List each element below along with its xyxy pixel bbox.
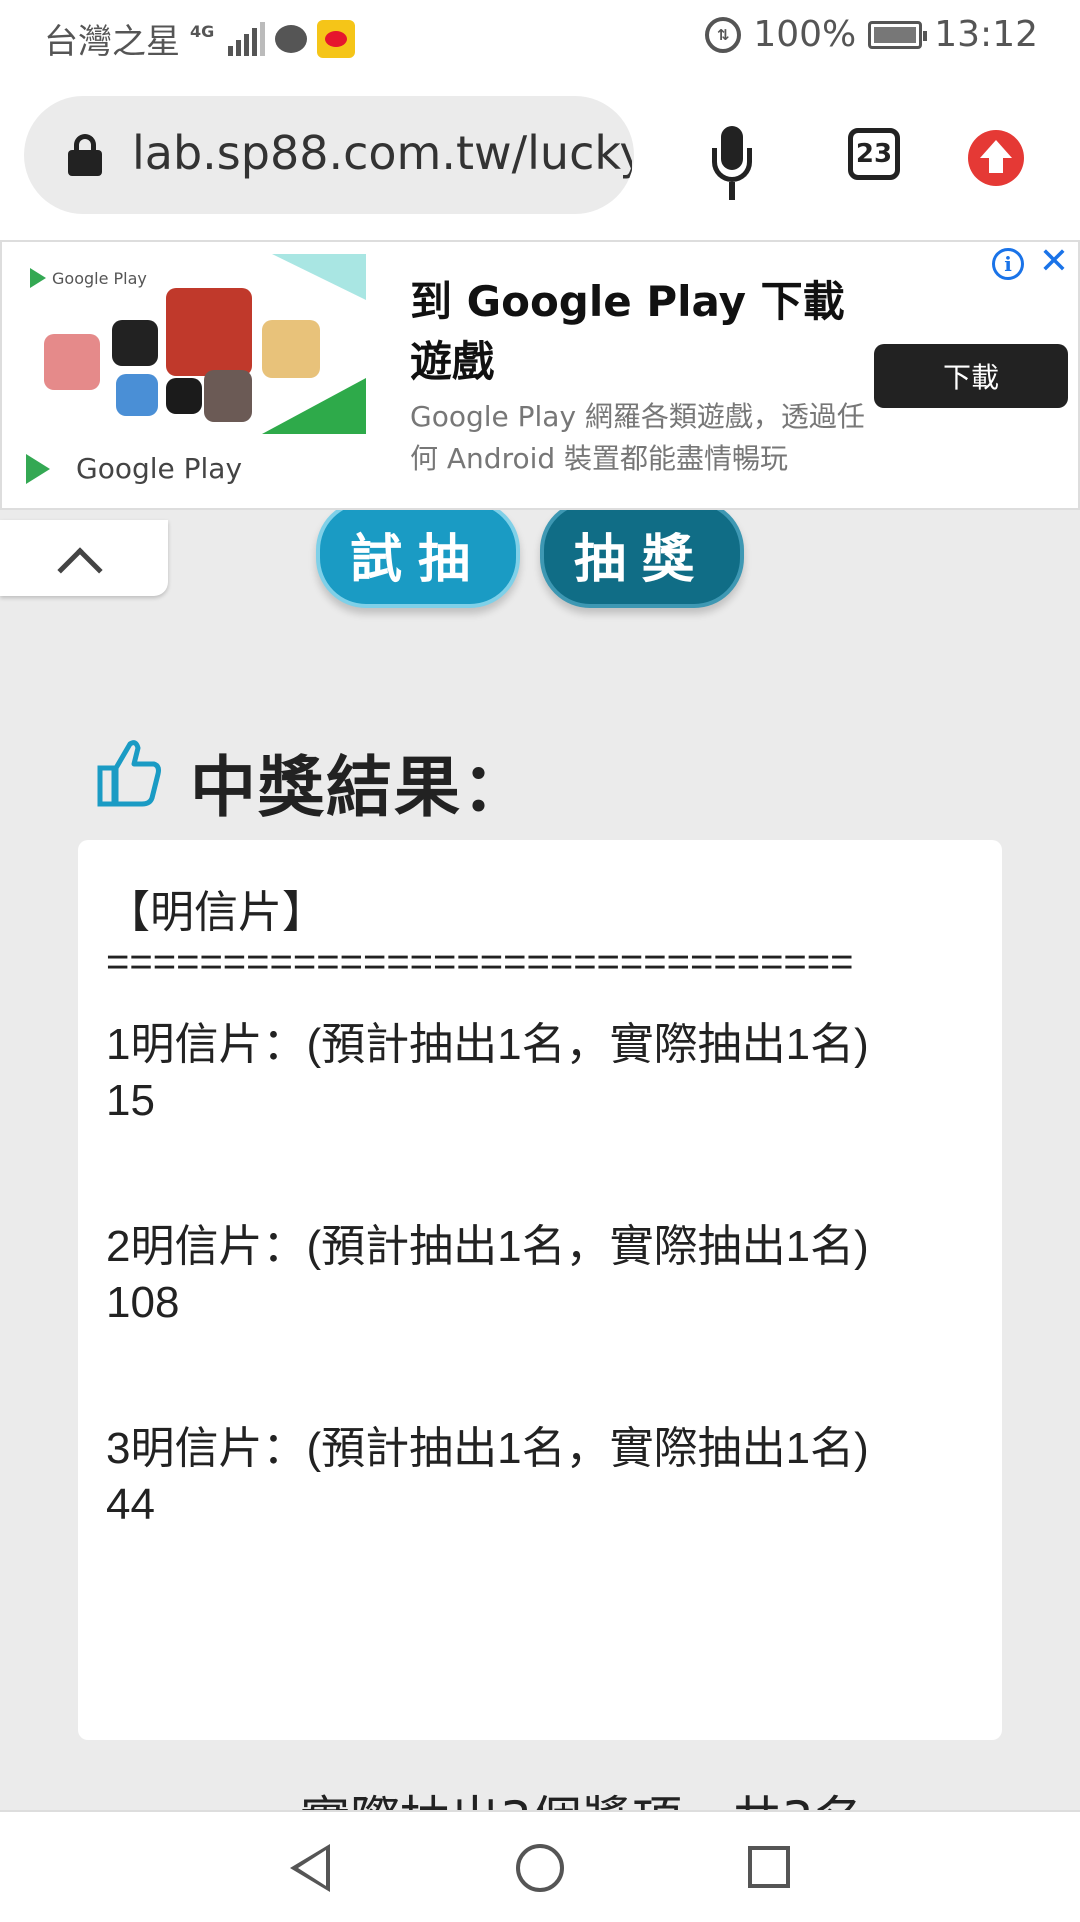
battery-percent: 100% bbox=[753, 14, 857, 55]
result-category: 【明信片】 bbox=[106, 888, 326, 937]
system-nav-bar bbox=[0, 1810, 1080, 1922]
battery-icon bbox=[868, 20, 928, 49]
ad-decor-triangle bbox=[262, 378, 366, 434]
ad-brand-label: Google Play bbox=[76, 452, 243, 485]
game-icon bbox=[204, 370, 252, 422]
url-text[interactable]: lab.sp88.com.tw/lucky bbox=[132, 126, 632, 180]
browser-toolbar: lab.sp88.com.tw/lucky 23 bbox=[0, 76, 1080, 240]
status-left: 台灣之星 4G bbox=[44, 14, 356, 63]
weibo-icon bbox=[317, 19, 356, 58]
game-icon bbox=[112, 320, 158, 366]
ad-close-icon[interactable]: ✕ bbox=[1036, 244, 1072, 280]
ad-brand: Google Play bbox=[26, 452, 242, 485]
result-line-label: 1明信片：(預計抽出1名，實際抽出1名) bbox=[106, 1020, 869, 1069]
thumbs-up-icon bbox=[97, 740, 161, 807]
game-icon bbox=[166, 288, 252, 376]
network-type: 4G bbox=[190, 22, 215, 41]
clock: 13:12 bbox=[934, 14, 1038, 55]
game-icon bbox=[262, 320, 320, 378]
game-icon bbox=[44, 334, 100, 390]
microphone-icon[interactable] bbox=[708, 126, 756, 206]
result-line-label: 3明信片：(預計抽出1名，實際抽出1名) bbox=[106, 1424, 869, 1473]
chevron-up-icon[interactable] bbox=[57, 547, 103, 593]
google-play-icon bbox=[30, 268, 46, 288]
result-separator: ================================ bbox=[106, 940, 854, 984]
result-line-label: 2明信片：(預計抽出1名，實際抽出1名) bbox=[106, 1222, 869, 1271]
game-icon bbox=[116, 374, 158, 416]
results-heading: 中獎結果： bbox=[190, 749, 530, 826]
ad-description[interactable]: Google Play 網羅各類遊戲，透過任何 Android 裝置都能盡情暢玩 bbox=[410, 396, 870, 480]
ad-download-button[interactable]: 下載 bbox=[874, 344, 1068, 408]
status-right: ⇅ 100% 13:12 bbox=[705, 14, 1038, 55]
lock-icon[interactable] bbox=[68, 134, 102, 176]
data-saver-icon: ⇅ bbox=[705, 16, 742, 53]
home-icon[interactable] bbox=[516, 1844, 564, 1892]
carrier-name: 台灣之星 bbox=[44, 22, 180, 62]
url-bar[interactable]: lab.sp88.com.tw/lucky bbox=[24, 96, 634, 214]
ad-collapse-button[interactable] bbox=[0, 520, 168, 596]
result-line-value: 44 bbox=[106, 1480, 155, 1529]
recent-apps-icon[interactable] bbox=[748, 1846, 790, 1888]
draw-button[interactable]: 抽獎 bbox=[540, 500, 744, 608]
ad-store-small-label: Google Play bbox=[52, 268, 147, 288]
back-icon-inner bbox=[298, 1850, 326, 1886]
ad-info-icon[interactable]: i bbox=[992, 248, 1024, 280]
ad-title[interactable]: 到 Google Play 下載遊戲 bbox=[410, 272, 850, 392]
ad-store-small: Google Play bbox=[30, 268, 147, 288]
update-icon[interactable] bbox=[968, 130, 1024, 186]
status-bar: 台灣之星 4G ⇅ 100% 13:12 bbox=[0, 0, 1080, 76]
results-card: 【明信片】 ================================ 1… bbox=[78, 840, 1002, 1740]
result-line-value: 108 bbox=[106, 1278, 180, 1327]
game-icon bbox=[166, 378, 202, 414]
tab-switcher-button[interactable]: 23 bbox=[848, 128, 900, 180]
google-play-icon bbox=[26, 453, 50, 484]
hedgehog-icon bbox=[275, 24, 308, 53]
ad-decor-triangle bbox=[272, 254, 366, 300]
signal-icon bbox=[228, 21, 266, 56]
ad-banner[interactable]: Google Play Google Play 到 Google Play 下載… bbox=[0, 240, 1080, 510]
result-line-value: 15 bbox=[106, 1076, 155, 1125]
try-draw-button[interactable]: 試抽 bbox=[316, 500, 520, 608]
